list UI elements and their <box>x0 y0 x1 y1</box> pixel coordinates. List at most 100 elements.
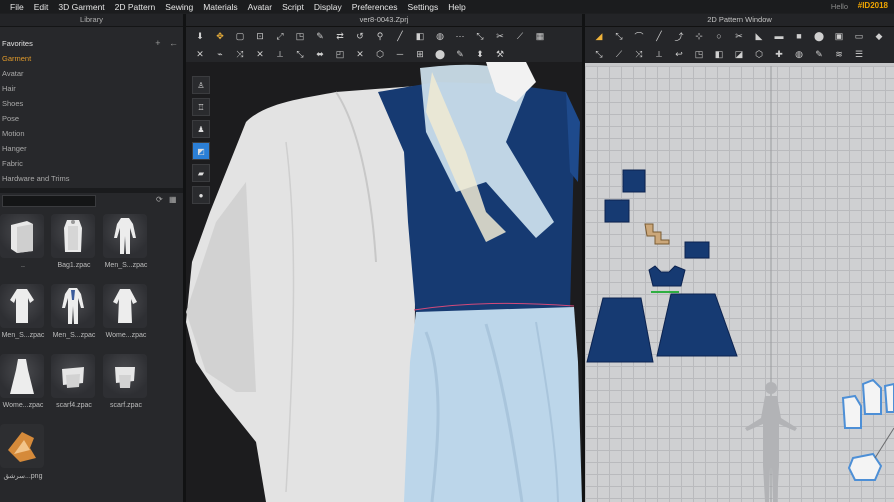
tool-icon[interactable]: ⤡ <box>290 47 310 61</box>
segment-sew-icon[interactable]: ⟋ <box>609 47 629 61</box>
tool-icon[interactable]: ⬤ <box>430 47 450 61</box>
tool-icon[interactable]: ◰ <box>330 47 350 61</box>
fabric-render-icon[interactable]: ▰ <box>192 164 210 182</box>
tool-icon[interactable]: ⚒ <box>490 47 510 61</box>
move-icon[interactable]: ✥ <box>210 29 230 43</box>
menu-3d-garment[interactable]: 3D Garment <box>53 2 109 12</box>
menu-file[interactable]: File <box>0 2 29 12</box>
2d-pattern-canvas[interactable] <box>585 66 894 502</box>
tree-item-garment[interactable]: Garment <box>0 51 183 66</box>
circle-icon[interactable]: ○ <box>709 29 729 43</box>
list-item[interactable]: scarf.zpac <box>103 354 149 409</box>
line-icon[interactable]: ╱ <box>390 29 410 43</box>
graphic-icon[interactable]: ⬡ <box>749 47 769 61</box>
needle-icon[interactable]: ⟋ <box>510 29 530 43</box>
free-sew-icon[interactable]: ⤨ <box>629 47 649 61</box>
menu-help[interactable]: Help <box>443 2 470 12</box>
edit-point-icon[interactable]: ⤡ <box>609 29 629 43</box>
zipper-icon[interactable]: ⋯ <box>450 29 470 43</box>
pin-icon[interactable]: ✚ <box>769 47 789 61</box>
grid-icon[interactable]: ▦ <box>530 29 550 43</box>
avatar-display-icon[interactable]: ♙ <box>192 76 210 94</box>
menu-2d-pattern[interactable]: 2D Pattern <box>110 2 161 12</box>
refresh-icon[interactable]: ⟳ <box>156 195 163 204</box>
texture-icon[interactable]: ◧ <box>709 47 729 61</box>
library-search-input[interactable] <box>2 195 96 207</box>
menu-preferences[interactable]: Preferences <box>347 2 403 12</box>
menu-edit[interactable]: Edit <box>29 2 54 12</box>
tree-item-fabric[interactable]: Fabric <box>0 156 183 171</box>
curve-point-icon[interactable]: ⤴ <box>669 29 689 43</box>
grid-icon[interactable]: ▦ <box>169 195 177 204</box>
3d-viewport[interactable] <box>186 62 582 502</box>
tool-icon[interactable]: ⬡ <box>370 47 390 61</box>
edit-pattern-icon[interactable]: ◢ <box>589 29 609 43</box>
user-id[interactable]: #ID2018 <box>858 1 888 10</box>
tool-icon[interactable]: ⬌ <box>310 47 330 61</box>
tree-item-avatar[interactable]: Avatar <box>0 66 183 81</box>
sew-icon[interactable]: ⤡ <box>589 47 609 61</box>
pin-icon[interactable]: ✎ <box>310 29 330 43</box>
tool-icon[interactable]: ⌁ <box>210 47 230 61</box>
fold-icon[interactable]: ⤢ <box>270 29 290 43</box>
avatar-silhouette-icon[interactable]: ♟ <box>192 120 210 138</box>
tool-icon[interactable]: ✕ <box>350 47 370 61</box>
trace-icon[interactable]: ↩ <box>669 47 689 61</box>
tool-icon[interactable]: ✕ <box>250 47 270 61</box>
edit-sew-icon[interactable]: ⟂ <box>649 47 669 61</box>
box-select-icon[interactable]: ▢ <box>230 29 250 43</box>
ellipse-icon[interactable]: ⬤ <box>809 29 829 43</box>
tree-item-motion[interactable]: Motion <box>0 126 183 141</box>
rectangle-icon[interactable]: ▬ <box>769 29 789 43</box>
arrange-icon[interactable]: ⇄ <box>330 29 350 43</box>
back-icon[interactable]: ← <box>169 38 178 48</box>
list-item[interactable]: Men_S...zpac <box>103 214 149 269</box>
tool-icon[interactable]: ✎ <box>450 47 470 61</box>
tool-icon[interactable]: ✕ <box>190 47 210 61</box>
transform-texture-icon[interactable]: ◪ <box>729 47 749 61</box>
menu-materials[interactable]: Materials <box>198 2 242 12</box>
measure-icon[interactable]: ⤡ <box>470 29 490 43</box>
menu-display[interactable]: Display <box>309 2 347 12</box>
list-item[interactable]: .. <box>0 214 46 269</box>
annotation-icon[interactable]: ☰ <box>849 47 869 61</box>
list-item[interactable]: Wome...zpac <box>0 354 46 409</box>
box-icon[interactable]: ▣ <box>829 29 849 43</box>
tack-icon[interactable]: ⚲ <box>370 29 390 43</box>
menu-sewing[interactable]: Sewing <box>160 2 198 12</box>
tool-icon[interactable]: ─ <box>390 47 410 61</box>
tree-item-hair[interactable]: Hair <box>0 81 183 96</box>
puckering-icon[interactable]: ≋ <box>829 47 849 61</box>
polygon-icon[interactable]: ╱ <box>649 29 669 43</box>
texture-display-icon[interactable]: ◩ <box>192 142 210 160</box>
menu-avatar[interactable]: Avatar <box>243 2 277 12</box>
topstitch-icon[interactable]: ✎ <box>809 47 829 61</box>
tool-icon[interactable]: ⤨ <box>230 47 250 61</box>
select-mesh-icon[interactable]: ◳ <box>290 29 310 43</box>
add-icon[interactable]: + <box>155 38 160 48</box>
tree-item-hanger[interactable]: Hanger <box>0 141 183 156</box>
list-item[interactable]: Men_S...zpac <box>51 284 97 339</box>
library-divider[interactable] <box>0 188 183 193</box>
tool-icon[interactable]: ⟂ <box>270 47 290 61</box>
pan-icon[interactable]: ⬇ <box>190 29 210 43</box>
scissors-icon[interactable]: ✂ <box>490 29 510 43</box>
fabric-icon[interactable]: ◧ <box>410 29 430 43</box>
list-item[interactable]: Men_S...zpac <box>0 284 46 339</box>
menu-script[interactable]: Script <box>277 2 309 12</box>
tool-icon[interactable]: ⬍ <box>470 47 490 61</box>
tree-item-shoes[interactable]: Shoes <box>0 96 183 111</box>
fold-arrange-icon[interactable]: ◳ <box>689 47 709 61</box>
garment-display-icon[interactable]: ♖ <box>192 98 210 116</box>
transform-icon[interactable]: ⊡ <box>250 29 270 43</box>
tool-icon[interactable]: ⊞ <box>410 47 430 61</box>
internal-rect-icon[interactable]: ▭ <box>849 29 869 43</box>
square-icon[interactable]: ■ <box>789 29 809 43</box>
edit-curve-icon[interactable]: ⌒ <box>629 29 649 43</box>
list-item[interactable]: scarf4.zpac <box>51 354 97 409</box>
menu-settings[interactable]: Settings <box>403 2 444 12</box>
list-item[interactable]: Wome...zpac <box>103 284 149 339</box>
fold-icon[interactable]: ◣ <box>749 29 769 43</box>
button-icon[interactable]: ◍ <box>789 47 809 61</box>
reset-icon[interactable]: ↺ <box>350 29 370 43</box>
